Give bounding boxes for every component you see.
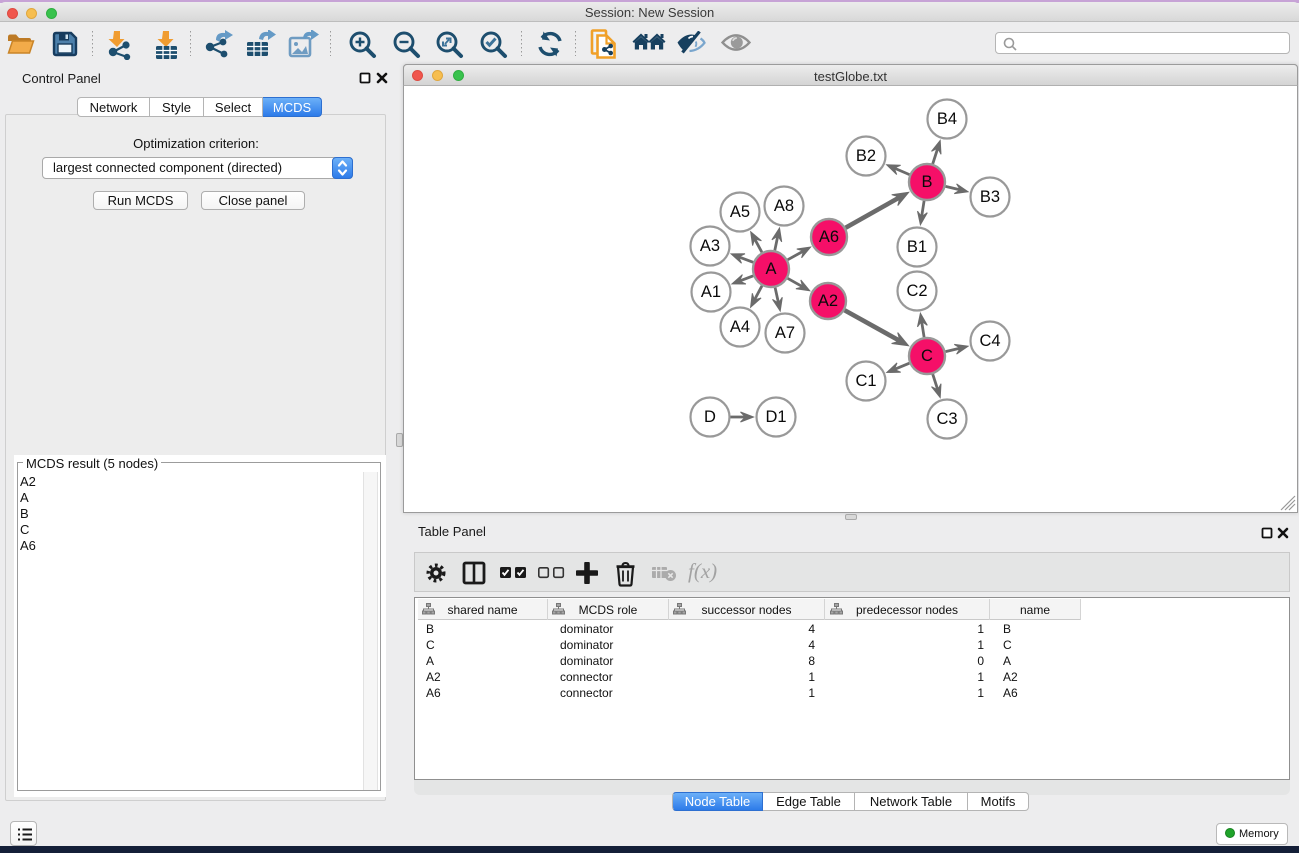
svg-text:B1: B1 [907,238,927,256]
svg-text:B4: B4 [937,110,957,128]
svg-text:B3: B3 [980,188,1000,206]
svg-text:C1: C1 [855,372,876,390]
svg-text:A1: A1 [701,283,721,301]
svg-text:A2: A2 [818,292,838,310]
svg-text:C3: C3 [936,410,957,428]
svg-text:C: C [921,347,933,365]
svg-text:D: D [704,408,716,426]
svg-text:A: A [765,260,776,278]
svg-text:A8: A8 [774,197,794,215]
svg-text:B2: B2 [856,147,876,165]
svg-text:A5: A5 [730,203,750,221]
svg-text:A6: A6 [819,228,839,246]
svg-text:D1: D1 [765,408,786,426]
svg-text:C4: C4 [979,332,1000,350]
svg-text:A3: A3 [700,237,720,255]
svg-text:B: B [921,173,932,191]
svg-text:C2: C2 [906,282,927,300]
svg-text:A7: A7 [775,324,795,342]
svg-text:A4: A4 [730,318,750,336]
